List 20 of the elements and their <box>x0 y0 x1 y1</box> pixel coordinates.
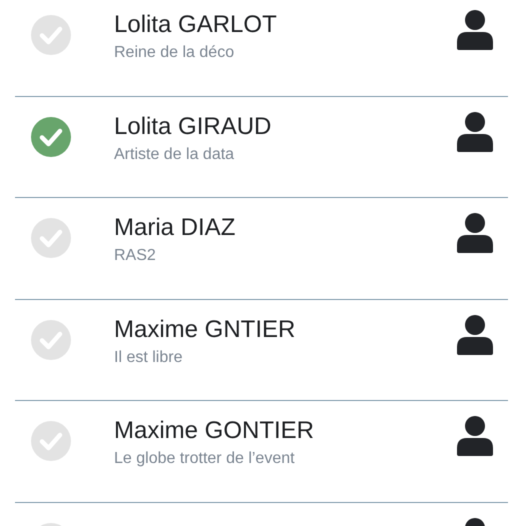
checkmark-icon[interactable] <box>31 116 71 156</box>
contact-subtitle: Reine de la déco <box>114 43 234 63</box>
contact-name: Maxime GONTIER <box>114 416 314 446</box>
checkmark-icon[interactable] <box>31 320 71 360</box>
person-icon[interactable] <box>457 10 493 50</box>
contact-name: Lolita GARLOT <box>114 10 277 40</box>
checkmark-icon[interactable] <box>31 218 71 258</box>
person-icon[interactable] <box>457 213 493 253</box>
checkmark-icon[interactable] <box>31 421 71 461</box>
contact-subtitle: Il est libre <box>114 348 182 368</box>
contact-subtitle: Artiste de la data <box>114 144 234 164</box>
person-icon[interactable] <box>457 416 493 456</box>
contact-subtitle: Le globe trotter de l’event <box>114 449 295 469</box>
contact-name: Maria DIAZ <box>114 213 236 243</box>
contact-name: Lolita GIRAUD <box>114 112 272 142</box>
person-icon[interactable] <box>457 314 493 354</box>
contact-subtitle: RAS2 <box>114 246 156 266</box>
person-icon[interactable] <box>457 112 493 152</box>
contact-name: Maxime GNTIER <box>114 314 296 344</box>
checkmark-icon[interactable] <box>31 15 71 55</box>
